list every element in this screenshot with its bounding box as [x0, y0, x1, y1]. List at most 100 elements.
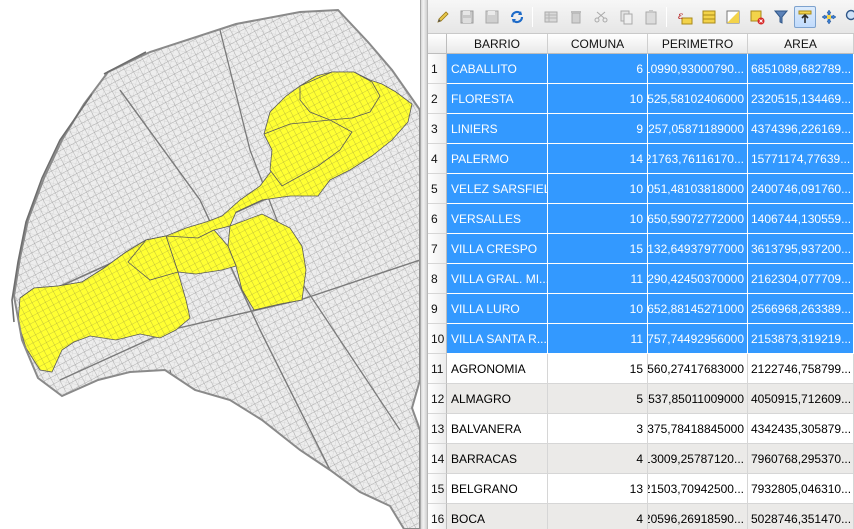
- row-number-header[interactable]: 9: [428, 294, 447, 324]
- cell-area[interactable]: 7932805,046310...: [748, 474, 854, 504]
- cell-barrio[interactable]: VERSALLES: [447, 204, 548, 234]
- column-header-area[interactable]: AREA: [748, 34, 854, 54]
- row-number-header[interactable]: 14: [428, 444, 447, 474]
- column-header-comuna[interactable]: COMUNA: [548, 34, 648, 54]
- cell-comuna[interactable]: 9: [548, 114, 648, 144]
- cell-area[interactable]: 5028746,351470...: [748, 504, 854, 529]
- table-row[interactable]: 13 BALVANERA 3 8375,78418845000 4342435,3058…: [428, 414, 854, 444]
- row-number-header[interactable]: 6: [428, 204, 447, 234]
- column-header-barrio[interactable]: BARRIO: [447, 34, 548, 54]
- table-row[interactable]: 4 PALERMO 14 21763,76116170... 15771174,7763…: [428, 144, 854, 174]
- copy-icon[interactable]: [615, 6, 637, 28]
- cell-barrio[interactable]: AGRONOMIA: [447, 354, 548, 384]
- row-number-header[interactable]: 4: [428, 144, 447, 174]
- save-edits-icon[interactable]: [456, 6, 478, 28]
- cell-comuna[interactable]: 11: [548, 264, 648, 294]
- cell-perimetro[interactable]: 9257,05871189000: [648, 114, 748, 144]
- cell-perimetro[interactable]: 10990,93000790...: [648, 54, 748, 84]
- reload-icon[interactable]: [506, 6, 528, 28]
- cell-barrio[interactable]: LINIERS: [447, 114, 548, 144]
- cell-barrio[interactable]: BELGRANO: [447, 474, 548, 504]
- select-by-expression-icon[interactable]: ε: [674, 6, 696, 28]
- cell-area[interactable]: 6851089,682789...: [748, 54, 854, 84]
- map-canvas[interactable]: [0, 0, 420, 529]
- cell-comuna[interactable]: 5: [548, 384, 648, 414]
- row-number-header[interactable]: 11: [428, 354, 447, 384]
- table-row[interactable]: 11 AGRONOMIA 15 6560,27417683000 2122746,758…: [428, 354, 854, 384]
- add-feature-icon[interactable]: [540, 6, 562, 28]
- table-row[interactable]: 12 ALMAGRO 5 8537,85011009000 4050915,712609…: [428, 384, 854, 414]
- cell-barrio[interactable]: FLORESTA: [447, 84, 548, 114]
- cell-perimetro[interactable]: 7525,58102406000: [648, 84, 748, 114]
- table-row[interactable]: 10 VILLA SANTA R... 11 5757,74492956000 2153…: [428, 324, 854, 354]
- row-number-header[interactable]: 2: [428, 84, 447, 114]
- cell-barrio[interactable]: ALMAGRO: [447, 384, 548, 414]
- cell-perimetro[interactable]: 7051,48103818000: [648, 174, 748, 204]
- cell-perimetro[interactable]: 8537,85011009000: [648, 384, 748, 414]
- row-number-header[interactable]: 3: [428, 114, 447, 144]
- cell-perimetro[interactable]: 20596,26918590...: [648, 504, 748, 529]
- table-row[interactable]: 5VELEZ SARSFIELD107051,48103818000240074…: [428, 174, 854, 204]
- cell-area[interactable]: 4374396,226169...: [748, 114, 854, 144]
- row-number-header[interactable]: 13: [428, 414, 447, 444]
- cell-area[interactable]: 7960768,295370...: [748, 444, 854, 474]
- cell-perimetro[interactable]: 5650,59072772000: [648, 204, 748, 234]
- cell-barrio[interactable]: BOCA: [447, 504, 548, 529]
- cell-barrio[interactable]: BARRACAS: [447, 444, 548, 474]
- row-number-header[interactable]: 15: [428, 474, 447, 504]
- cell-comuna[interactable]: 13: [548, 474, 648, 504]
- delete-feature-icon[interactable]: [565, 6, 587, 28]
- cell-comuna[interactable]: 10: [548, 84, 648, 114]
- row-number-header[interactable]: 1: [428, 54, 447, 84]
- cell-barrio[interactable]: VILLA LURO: [447, 294, 548, 324]
- cell-perimetro[interactable]: 6290,42450370000: [648, 264, 748, 294]
- column-header-perimetro[interactable]: PERIMETRO: [648, 34, 748, 54]
- cell-barrio[interactable]: BALVANERA: [447, 414, 548, 444]
- attribute-table-grid[interactable]: BARRIO COMUNA PERIMETRO AREA 1 CABALLITO 6…: [428, 34, 854, 529]
- cell-comuna[interactable]: 11: [548, 324, 648, 354]
- row-number-header[interactable]: 12: [428, 384, 447, 414]
- row-number-header[interactable]: 5: [428, 174, 447, 204]
- cut-icon[interactable]: [590, 6, 612, 28]
- cell-perimetro[interactable]: 21503,70942500...: [648, 474, 748, 504]
- cell-perimetro[interactable]: 6560,27417683000: [648, 354, 748, 384]
- cell-area[interactable]: 2566968,263389...: [748, 294, 854, 324]
- cell-perimetro[interactable]: 8132,64937977000: [648, 234, 748, 264]
- row-number-header[interactable]: 8: [428, 264, 447, 294]
- cell-area[interactable]: 2320515,134469...: [748, 84, 854, 114]
- pan-to-selected-icon[interactable]: [818, 6, 840, 28]
- buenos-aires-barrios-map[interactable]: [0, 0, 420, 529]
- cell-comuna[interactable]: 4: [548, 444, 648, 474]
- save-disabled-icon[interactable]: [481, 6, 503, 28]
- cell-comuna[interactable]: 4: [548, 504, 648, 529]
- zoom-to-selected-icon[interactable]: [842, 6, 854, 28]
- row-number-header[interactable]: 7: [428, 234, 447, 264]
- pane-splitter[interactable]: [420, 0, 428, 529]
- table-row[interactable]: 1 CABALLITO 6 10990,93000790... 6851089,6827…: [428, 54, 854, 84]
- cell-perimetro[interactable]: 21763,76116170...: [648, 144, 748, 174]
- cell-comuna[interactable]: 6: [548, 54, 648, 84]
- cell-barrio[interactable]: VILLA SANTA R...: [447, 324, 548, 354]
- cell-area[interactable]: 2122746,758799...: [748, 354, 854, 384]
- cell-area[interactable]: 4342435,305879...: [748, 414, 854, 444]
- deselect-icon[interactable]: [746, 6, 768, 28]
- row-number-header[interactable]: 10: [428, 324, 447, 354]
- pencil-edit-icon[interactable]: [432, 6, 454, 28]
- cell-area[interactable]: 2153873,319219...: [748, 324, 854, 354]
- cell-comuna[interactable]: 3: [548, 414, 648, 444]
- cell-area[interactable]: 2162304,077709...: [748, 264, 854, 294]
- table-row[interactable]: 15 BELGRANO 13 21503,70942500... 7932805,046…: [428, 474, 854, 504]
- filter-icon[interactable]: [770, 6, 792, 28]
- cell-barrio[interactable]: VILLA CRESPO: [447, 234, 548, 264]
- cell-comuna[interactable]: 14: [548, 144, 648, 174]
- cell-area[interactable]: 3613795,937200...: [748, 234, 854, 264]
- cell-barrio[interactable]: VELEZ SARSFIELD: [447, 174, 548, 204]
- table-row[interactable]: 8 VILLA GRAL. MI... 11 6290,42450370000 2162…: [428, 264, 854, 294]
- cell-perimetro[interactable]: 8652,88145271000: [648, 294, 748, 324]
- cell-area[interactable]: 2400746,091760...: [748, 174, 854, 204]
- table-row[interactable]: 2 FLORESTA 10 7525,58102406000 2320515,13446…: [428, 84, 854, 114]
- paste-icon[interactable]: [640, 6, 662, 28]
- cell-comuna[interactable]: 10: [548, 204, 648, 234]
- move-selection-to-top-icon[interactable]: [794, 6, 816, 28]
- table-row[interactable]: 9 VILLA LURO 10 8652,88145271000 2566968,263…: [428, 294, 854, 324]
